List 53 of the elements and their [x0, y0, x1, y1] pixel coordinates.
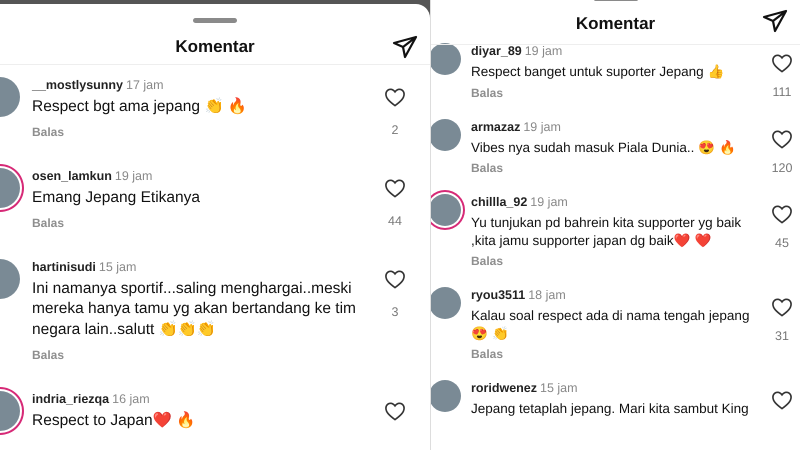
comment-time: 16 jam [112, 392, 150, 406]
comment-time: 18 jam [528, 288, 566, 302]
heart-icon[interactable] [771, 53, 793, 73]
comment-time: 19 jam [530, 195, 568, 210]
comment-text: Yu tunjukan pd bahrein kita supporter yg baik ,kita jamu supporter japan dg baik❤ ❤ [471, 214, 742, 250]
username[interactable]: osen_lamkun [32, 169, 112, 184]
comment-text: Jepang tetaplah jepang. Mari kita sambut King [471, 400, 750, 418]
comment-time: 15 jam [98, 260, 136, 274]
username[interactable]: ryou3511 [471, 288, 526, 302]
username[interactable]: diyar_89 [471, 44, 522, 58]
username[interactable]: __mostlysunny [32, 78, 124, 92]
heart-icon[interactable] [771, 390, 793, 410]
avatar-photo-placeholder[interactable] [431, 43, 461, 75]
heart-icon[interactable] [384, 178, 406, 198]
avatar-photo-placeholder[interactable] [431, 380, 461, 412]
like-count: 31 [775, 328, 789, 346]
like-count: 44 [388, 213, 402, 230]
username[interactable]: chillla_92 [471, 195, 528, 210]
avatar-photo-placeholder[interactable] [431, 118, 461, 151]
heart-icon[interactable] [384, 400, 406, 421]
comment-text: Kalau soal respect ada di nama tengah jepang 😍 👏 [471, 307, 750, 342]
drag-handle[interactable] [193, 18, 237, 23]
sheet-title: Komentar [576, 12, 656, 35]
comment-text: Emang Jepang Etikanya [32, 188, 202, 208]
username[interactable]: hartinisudi [32, 260, 96, 274]
heart-icon[interactable] [771, 128, 793, 149]
like-count: 3 [392, 304, 398, 322]
username[interactable]: roridwenez [471, 381, 537, 396]
avatar-photo-placeholder[interactable] [431, 287, 461, 320]
comment-text: Vibes nya sudah masuk Piala Dunia.. 😍 🔥 [471, 138, 737, 156]
send-icon[interactable] [762, 9, 788, 34]
username[interactable]: indria_riezqa [32, 392, 110, 406]
like-count: 120 [772, 160, 792, 177]
like-count: 45 [775, 235, 789, 252]
like-count: 111 [772, 84, 792, 101]
comment-text: Respect bgt ama jepang 👏 🔥 [32, 97, 248, 117]
heart-icon[interactable] [384, 269, 406, 290]
comment-time: 19 jam [523, 120, 561, 134]
comment-text: Respect banget untuk suporter Jepang 👍 [471, 63, 726, 81]
comment-time: 17 jam [126, 78, 164, 92]
comment-time: 19 jam [114, 169, 152, 184]
comment-time: 19 jam [524, 44, 562, 58]
comment-text: Respect to Japan❤ 🔥 [32, 410, 196, 431]
sheet-title: Komentar [175, 36, 255, 58]
heart-icon[interactable] [771, 204, 793, 224]
comment-text: Ini namanya sportif...saling menghargai..meski mereka hanya tamu yg akan bertandang ke tim negara lain..salutt 👏👏👏 [32, 279, 357, 340]
send-icon[interactable] [392, 35, 418, 60]
heart-icon[interactable] [384, 87, 406, 107]
avatar-photo-placeholder[interactable] [431, 194, 461, 226]
comment-time: 15 jam [540, 381, 578, 396]
username[interactable]: armazaz [471, 120, 520, 134]
heart-icon[interactable] [771, 297, 793, 318]
like-count: 2 [392, 122, 398, 139]
